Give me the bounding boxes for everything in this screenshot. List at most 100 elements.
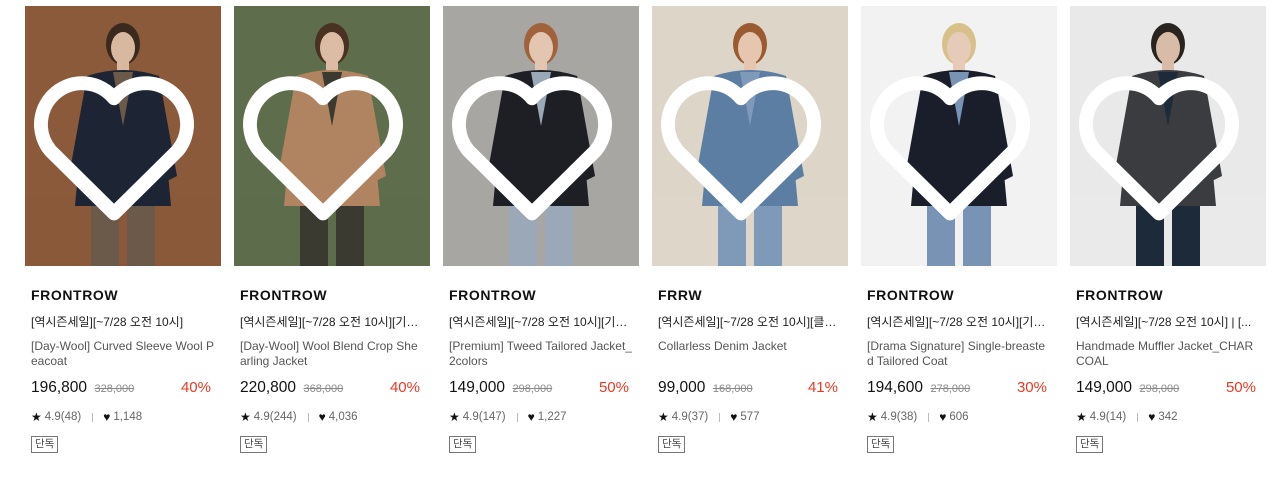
promo-text: [역시즌세일][~7/28 오전 10시] [31,315,184,329]
promo-text: [역시즌세일][~7/28 오전 10시][클… [658,315,837,329]
review-meta: ★ 4.9(14) ♥ 342 [1076,409,1260,425]
brand-name[interactable]: FRONTROW [240,287,424,304]
sale-price: 194,600 [867,379,924,396]
price-row: 149,000 298,000 50% [449,378,633,398]
rating: 4.9(14) [1089,411,1127,423]
divider [719,412,721,422]
price-row: 99,000 168,000 41% [658,378,842,398]
product-image[interactable] [25,6,221,266]
promo-text: [역시즌세일][~7/28 오전 10시][기… [867,315,1046,329]
discount-rate: 40% [389,379,420,396]
divider [928,412,930,422]
price-row: 194,600 278,000 30% [867,378,1051,398]
brand-name[interactable]: FRONTROW [31,287,215,304]
original-price: 298,000 [1139,383,1180,395]
original-price: 328,000 [94,383,135,395]
product-image[interactable] [652,6,848,266]
sale-price: 196,800 [31,379,88,396]
product-name[interactable]: [Day-Wool] Curved Sleeve Wool Peacoat [31,339,215,369]
exclusive-badge: 단독 [1076,436,1104,453]
rating: 4.9(48) [44,411,82,423]
rating: 4.9(147) [462,411,506,423]
product-grid: FRONTROW [역시즌세일][~7/28 오전 10시] [Day-Wool… [0,0,1275,484]
rating: 4.9(37) [671,411,709,423]
discount-rate: 50% [598,379,629,396]
review-meta: ★ 4.9(48) ♥ 1,148 [31,409,215,425]
heart-filled-icon: ♥ [527,410,535,424]
exclusive-badge: 단독 [240,436,268,453]
product-card[interactable]: FRONTROW [역시즌세일][~7/28 오전 10시][기… [Drama… [861,6,1057,476]
sale-price: 149,000 [1076,379,1133,396]
wishlist-heart-icon[interactable] [234,14,421,266]
discount-rate: 41% [807,379,838,396]
rating: 4.9(38) [880,411,918,423]
brand-name[interactable]: FRONTROW [1076,287,1260,304]
product-name[interactable]: [Drama Signature] Single-breasted Tailor… [867,339,1051,369]
like-count: 1,227 [537,411,567,423]
original-price: 298,000 [512,383,553,395]
like-count: 606 [949,411,969,423]
heart-filled-icon: ♥ [103,410,111,424]
product-card[interactable]: FRONTROW [역시즌세일][~7/28 오전 10시] | [... Ha… [1070,6,1266,476]
price-row: 149,000 298,000 50% [1076,378,1260,398]
wishlist-heart-icon[interactable] [861,14,1048,266]
review-meta: ★ 4.9(37) ♥ 577 [658,409,842,425]
heart-filled-icon: ♥ [1148,410,1156,424]
original-price: 278,000 [930,383,971,395]
like-count: 577 [740,411,760,423]
wishlist-heart-icon[interactable] [1070,14,1257,266]
divider [516,412,518,422]
product-card[interactable]: FRONTROW [역시즌세일][~7/28 오전 10시] [Day-Wool… [25,6,221,476]
star-icon: ★ [31,410,42,424]
product-name[interactable]: [Day-Wool] Wool Blend Crop Shearling Jac… [240,339,424,369]
star-icon: ★ [449,410,460,424]
star-icon: ★ [1076,410,1087,424]
product-image[interactable] [234,6,430,266]
promo-text: [역시즌세일][~7/28 오전 10시] | [... [1076,315,1252,329]
product-card[interactable]: FRONTROW [역시즌세일][~7/28 오전 10시][기… [Day-W… [234,6,430,476]
product-image[interactable] [861,6,1057,266]
discount-rate: 50% [1225,379,1256,396]
wishlist-heart-icon[interactable] [443,14,630,266]
brand-name[interactable]: FRRW [658,287,842,304]
product-name[interactable]: [Premium] Tweed Tailored Jacket_2colors [449,339,633,369]
wishlist-heart-icon[interactable] [652,14,839,266]
price-row: 220,800 368,000 40% [240,378,424,398]
exclusive-badge: 단독 [867,436,895,453]
brand-name[interactable]: FRONTROW [449,287,633,304]
product-name[interactable]: Handmade Muffler Jacket_CHARCOAL [1076,339,1260,369]
star-icon: ★ [240,410,251,424]
star-icon: ★ [658,410,669,424]
discount-rate: 40% [180,379,211,396]
heart-filled-icon: ♥ [318,410,326,424]
star-icon: ★ [867,410,878,424]
sale-price: 220,800 [240,379,297,396]
discount-rate: 30% [1016,379,1047,396]
divider [1137,412,1139,422]
divider [92,412,94,422]
promo-text: [역시즌세일][~7/28 오전 10시][기… [240,315,419,329]
sale-price: 99,000 [658,379,706,396]
like-count: 4,036 [328,411,358,423]
brand-name[interactable]: FRONTROW [867,287,1051,304]
exclusive-badge: 단독 [658,436,686,453]
heart-filled-icon: ♥ [730,410,738,424]
original-price: 368,000 [303,383,344,395]
heart-filled-icon: ♥ [939,410,947,424]
sale-price: 149,000 [449,379,506,396]
like-count: 1,148 [113,411,143,423]
original-price: 168,000 [712,383,753,395]
review-meta: ★ 4.9(244) ♥ 4,036 [240,409,424,425]
divider [307,412,309,422]
wishlist-heart-icon[interactable] [25,14,212,266]
product-name[interactable]: Collarless Denim Jacket [658,339,842,369]
price-row: 196,800 328,000 40% [31,378,215,398]
rating: 4.9(244) [253,411,297,423]
promo-text: [역시즌세일][~7/28 오전 10시][기… [449,315,628,329]
product-card[interactable]: FRRW [역시즌세일][~7/28 오전 10시][클… Collarless… [652,6,848,476]
exclusive-badge: 단독 [449,436,477,453]
product-image[interactable] [443,6,639,266]
product-card[interactable]: FRONTROW [역시즌세일][~7/28 오전 10시][기… [Premi… [443,6,639,476]
product-image[interactable] [1070,6,1266,266]
review-meta: ★ 4.9(38) ♥ 606 [867,409,1051,425]
